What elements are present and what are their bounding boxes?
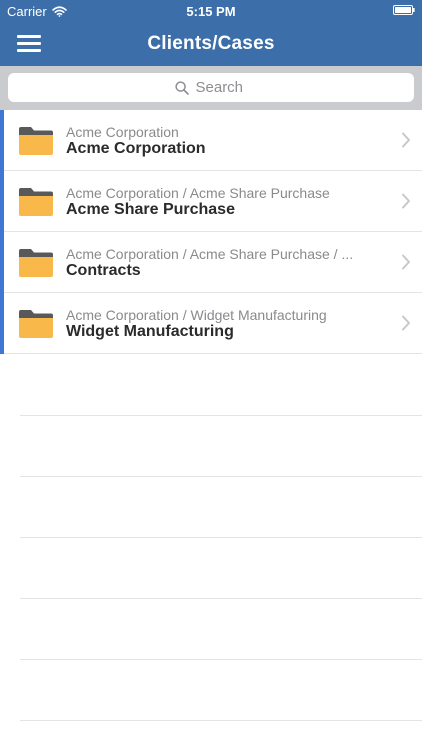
app-header: Carrier 5:15 PM Clients/Cases: [0, 0, 422, 66]
folder-icon: [19, 127, 53, 155]
row-separator: [20, 598, 422, 599]
case-title: Acme Share Purchase: [66, 201, 235, 218]
case-title: Widget Manufacturing: [66, 323, 234, 340]
chevron-right-icon: [402, 315, 410, 331]
row-selection-marker: [0, 110, 4, 171]
case-title: Acme Corporation: [66, 140, 206, 157]
case-path: Acme Corporation / Acme Share Purchase: [66, 185, 330, 201]
page-title: Clients/Cases: [147, 33, 275, 54]
row-selection-marker: [0, 232, 4, 293]
chevron-right-icon: [402, 254, 410, 270]
case-row[interactable]: Acme Corporation / Acme Share Purchase /…: [0, 232, 422, 293]
row-separator: [20, 659, 422, 660]
cases-list: Acme Corporation Acme Corporation Acme C…: [0, 110, 422, 354]
row-separator: [20, 720, 422, 721]
battery-icon: [393, 5, 415, 15]
case-path: Acme Corporation / Acme Share Purchase /…: [66, 246, 354, 262]
search-field[interactable]: [8, 73, 414, 102]
case-row[interactable]: Acme Corporation / Acme Share Purchase A…: [0, 171, 422, 232]
status-bar: Carrier 5:15 PM: [0, 0, 422, 22]
folder-icon: [19, 188, 53, 216]
status-time: 5:15 PM: [186, 4, 236, 19]
row-selection-marker: [0, 293, 4, 354]
folder-icon: [19, 310, 53, 338]
search-bar: [0, 66, 422, 110]
row-selection-marker: [0, 171, 4, 232]
chevron-right-icon: [402, 132, 410, 148]
row-separator: [20, 476, 422, 477]
row-separator: [20, 537, 422, 538]
search-input[interactable]: [195, 79, 248, 96]
case-title: Contracts: [66, 262, 141, 279]
navigation-bar: Clients/Cases: [0, 22, 422, 66]
case-row[interactable]: Acme Corporation Acme Corporation: [0, 110, 422, 171]
case-row[interactable]: Acme Corporation / Widget Manufacturing …: [0, 293, 422, 354]
row-separator: [20, 415, 422, 416]
case-path: Acme Corporation: [66, 124, 179, 140]
search-icon: [174, 80, 189, 95]
chevron-right-icon: [402, 193, 410, 209]
folder-icon: [19, 249, 53, 277]
case-path: Acme Corporation / Widget Manufacturing: [66, 307, 327, 323]
